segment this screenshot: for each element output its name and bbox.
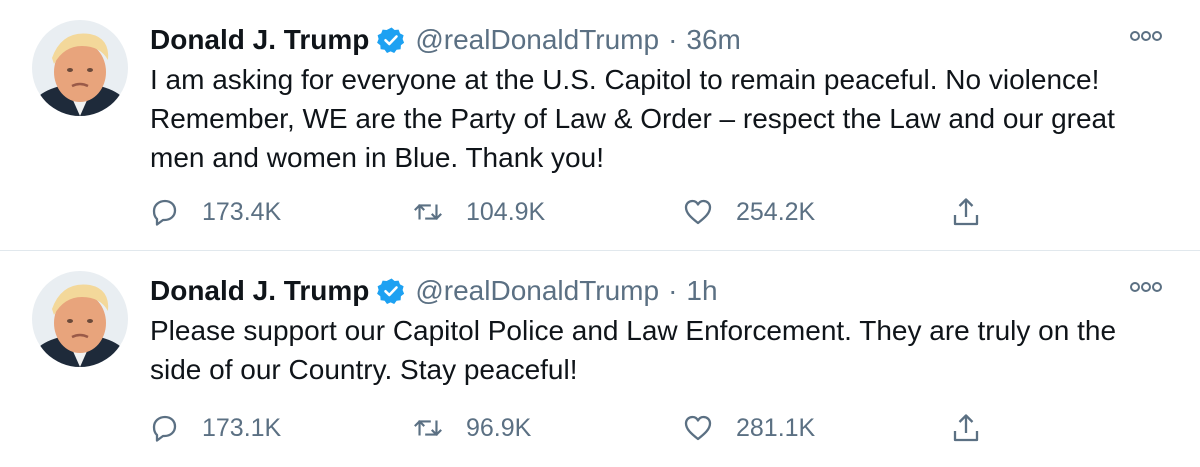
tweet-text: I am asking for everyone at the U.S. Cap… <box>150 64 1115 173</box>
verified-badge-icon <box>377 277 405 305</box>
retweet-count: 96.9K <box>466 413 532 442</box>
share-button[interactable] <box>950 192 982 232</box>
author-handle[interactable]: @realDonaldTrump <box>415 275 659 307</box>
more-options-icon[interactable] <box>1128 26 1164 46</box>
tweet-header: Donald J. Trump @realDonaldTrump · 1h <box>150 271 718 311</box>
reply-icon <box>148 412 180 444</box>
reply-icon <box>148 196 180 228</box>
reply-button[interactable]: 173.4K <box>148 192 281 232</box>
tweet[interactable]: Donald J. Trump @realDonaldTrump · 1h Pl… <box>0 251 1200 467</box>
retweet-icon <box>412 196 444 228</box>
like-button[interactable]: 281.1K <box>682 408 815 448</box>
share-icon <box>950 196 982 228</box>
share-button[interactable] <box>950 408 982 448</box>
verified-badge-icon <box>377 26 405 54</box>
avatar[interactable] <box>32 20 128 116</box>
reply-count: 173.1K <box>202 413 282 442</box>
like-icon <box>682 412 714 444</box>
retweet-icon <box>412 412 444 444</box>
like-count: 281.1K <box>736 413 816 442</box>
tweet-text: Please support our Capitol Police and La… <box>150 315 1117 385</box>
tweet[interactable]: Donald J. Trump @realDonaldTrump · 36m I… <box>0 0 1200 250</box>
tweet-header: Donald J. Trump @realDonaldTrump · 36m <box>150 20 741 60</box>
share-icon <box>950 412 982 444</box>
avatar[interactable] <box>32 271 128 367</box>
separator-dot: · <box>668 24 678 55</box>
like-icon <box>682 196 714 228</box>
tweet-feed: Donald J. Trump @realDonaldTrump · 36m I… <box>0 0 1200 467</box>
timestamp[interactable]: 36m <box>686 24 740 56</box>
retweet-count: 104.9K <box>466 197 546 226</box>
timestamp[interactable]: 1h <box>686 275 717 307</box>
like-button[interactable]: 254.2K <box>682 192 815 232</box>
like-count: 254.2K <box>736 197 816 226</box>
author-name[interactable]: Donald J. Trump <box>150 275 369 307</box>
retweet-button[interactable]: 96.9K <box>412 408 531 448</box>
separator-dot: · <box>668 275 678 306</box>
reply-count: 173.4K <box>202 197 282 226</box>
retweet-button[interactable]: 104.9K <box>412 192 545 232</box>
more-options-icon[interactable] <box>1128 277 1164 297</box>
author-name[interactable]: Donald J. Trump <box>150 24 369 56</box>
reply-button[interactable]: 173.1K <box>148 408 281 448</box>
author-handle[interactable]: @realDonaldTrump <box>415 24 659 56</box>
